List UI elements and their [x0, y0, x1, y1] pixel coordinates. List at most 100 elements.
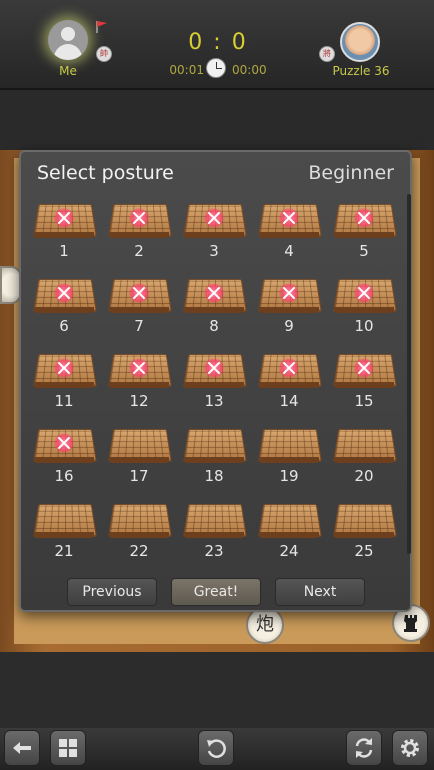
next-button[interactable]: Next [275, 578, 365, 606]
mini-board-base [34, 457, 94, 463]
rook-icon [404, 615, 417, 632]
difficulty-level[interactable]: Beginner [308, 162, 394, 184]
opponent-side-badge: 將 [319, 46, 335, 62]
mini-board-base [184, 232, 244, 238]
completed-cross-icon [204, 208, 224, 228]
mini-board-base [259, 307, 319, 313]
mini-board-base [184, 307, 244, 313]
level-item[interactable]: 19 [254, 423, 324, 497]
level-number: 25 [354, 542, 374, 560]
completed-cross-icon [354, 283, 374, 303]
player-side-badge: 帥 [96, 46, 112, 62]
completed-cross-icon [279, 283, 299, 303]
level-grid: 1 2 3 4 5 6 7 8 9 10 11 12 13 14 15 16 17 18 19 20 21 22 23 24 2… [29, 198, 403, 566]
completed-cross-icon [129, 208, 149, 228]
grid-menu-icon[interactable] [50, 730, 86, 766]
score-display: 0 : 0 [188, 30, 248, 55]
level-item[interactable]: 16 [29, 423, 99, 497]
mini-board-base [334, 457, 394, 463]
opponent-timer: 00:00 [232, 63, 267, 77]
avatar-body [54, 44, 82, 60]
level-number: 9 [284, 317, 294, 335]
level-item[interactable]: 11 [29, 348, 99, 422]
avatar-head [61, 27, 75, 41]
previous-button[interactable]: Previous [67, 578, 157, 606]
select-posture-dialog: Select posture Beginner 1 2 3 4 5 6 7 8 9 10 11 12 1… [19, 150, 412, 612]
level-item[interactable]: 25 [329, 498, 399, 572]
mini-board-base [34, 307, 94, 313]
top-bar: Me 帥 0 : 0 00:01 00:00 將 Puzzle 36 [0, 0, 434, 90]
level-item[interactable]: 1 [29, 198, 99, 272]
refresh-icon[interactable] [346, 730, 382, 766]
level-item[interactable]: 8 [179, 273, 249, 347]
completed-cross-icon [129, 358, 149, 378]
level-item[interactable]: 18 [179, 423, 249, 497]
flag-icon[interactable] [94, 20, 108, 34]
level-item[interactable]: 3 [179, 198, 249, 272]
completed-cross-icon [54, 208, 74, 228]
level-item[interactable]: 10 [329, 273, 399, 347]
opponent-avatar[interactable] [340, 22, 380, 62]
level-number: 14 [279, 392, 299, 410]
completed-cross-icon [54, 283, 74, 303]
completed-cross-icon [279, 208, 299, 228]
mini-board-base [34, 532, 94, 538]
level-item[interactable]: 22 [104, 498, 174, 572]
level-item[interactable]: 14 [254, 348, 324, 422]
level-item[interactable]: 15 [329, 348, 399, 422]
level-item[interactable]: 7 [104, 273, 174, 347]
player-timer: 00:01 [169, 63, 204, 77]
level-item[interactable]: 13 [179, 348, 249, 422]
level-number: 5 [359, 242, 369, 260]
level-item[interactable]: 2 [104, 198, 174, 272]
player-name: Me [59, 64, 77, 78]
mini-board-base [184, 382, 244, 388]
opponent-name: Puzzle 36 [332, 64, 390, 78]
mini-board-base [184, 532, 244, 538]
player-avatar[interactable] [48, 20, 88, 60]
mini-board-base [34, 232, 94, 238]
level-number: 3 [209, 242, 219, 260]
level-number: 11 [54, 392, 74, 410]
level-item[interactable]: 21 [29, 498, 99, 572]
mini-board-base [184, 457, 244, 463]
settings-gear-icon[interactable] [392, 730, 428, 766]
back-arrow-icon[interactable] [4, 730, 40, 766]
undo-icon[interactable] [198, 730, 234, 766]
level-number: 19 [279, 467, 299, 485]
bottom-toolbar [0, 728, 434, 770]
level-number: 4 [284, 242, 294, 260]
completed-cross-icon [204, 358, 224, 378]
level-item[interactable]: 23 [179, 498, 249, 572]
completed-cross-icon [204, 283, 224, 303]
level-item[interactable]: 4 [254, 198, 324, 272]
level-item[interactable]: 9 [254, 273, 324, 347]
completed-cross-icon [354, 208, 374, 228]
level-number: 24 [279, 542, 299, 560]
level-number: 20 [354, 467, 374, 485]
completed-cross-icon [54, 358, 74, 378]
level-number: 8 [209, 317, 219, 335]
great-button[interactable]: Great! [171, 578, 261, 606]
completed-cross-icon [354, 358, 374, 378]
dialog-title: Select posture [37, 162, 174, 184]
level-item[interactable]: 5 [329, 198, 399, 272]
mini-board-base [109, 532, 169, 538]
level-number: 2 [134, 242, 144, 260]
level-number: 6 [59, 317, 69, 335]
mini-board-base [109, 307, 169, 313]
level-item[interactable]: 20 [329, 423, 399, 497]
level-item[interactable]: 24 [254, 498, 324, 572]
mini-board-base [334, 532, 394, 538]
mini-board-base [109, 232, 169, 238]
mini-board-base [259, 457, 319, 463]
mini-board-base [334, 232, 394, 238]
board-bottom-area [0, 652, 434, 728]
level-item[interactable]: 6 [29, 273, 99, 347]
level-number: 16 [54, 467, 74, 485]
level-number: 22 [129, 542, 149, 560]
level-item[interactable]: 12 [104, 348, 174, 422]
mini-board-base [334, 307, 394, 313]
level-item[interactable]: 17 [104, 423, 174, 497]
dialog-scrollbar[interactable] [407, 194, 411, 554]
